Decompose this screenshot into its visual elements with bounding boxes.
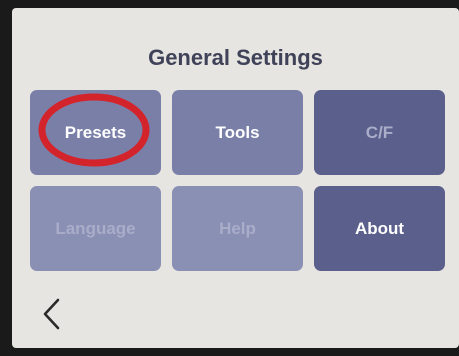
presets-button[interactable]: Presets xyxy=(30,90,161,175)
presets-label: Presets xyxy=(64,122,127,142)
tools-label: Tools xyxy=(215,122,260,142)
about-button[interactable]: About xyxy=(314,186,445,271)
language-label: Language xyxy=(55,218,136,238)
help-label: Help xyxy=(219,218,256,238)
touchscreen: General Settings Presets Tools C/F Langu… xyxy=(12,8,459,348)
tools-button[interactable]: Tools xyxy=(172,90,303,175)
cf-label: C/F xyxy=(365,122,394,142)
help-button[interactable]: Help xyxy=(172,186,303,271)
language-button[interactable]: Language xyxy=(30,186,161,271)
chevron-left-icon xyxy=(43,298,60,330)
about-label: About xyxy=(354,218,405,238)
back-button[interactable] xyxy=(38,296,68,332)
page-title: General Settings xyxy=(148,45,323,70)
cf-button[interactable]: C/F xyxy=(314,90,445,175)
